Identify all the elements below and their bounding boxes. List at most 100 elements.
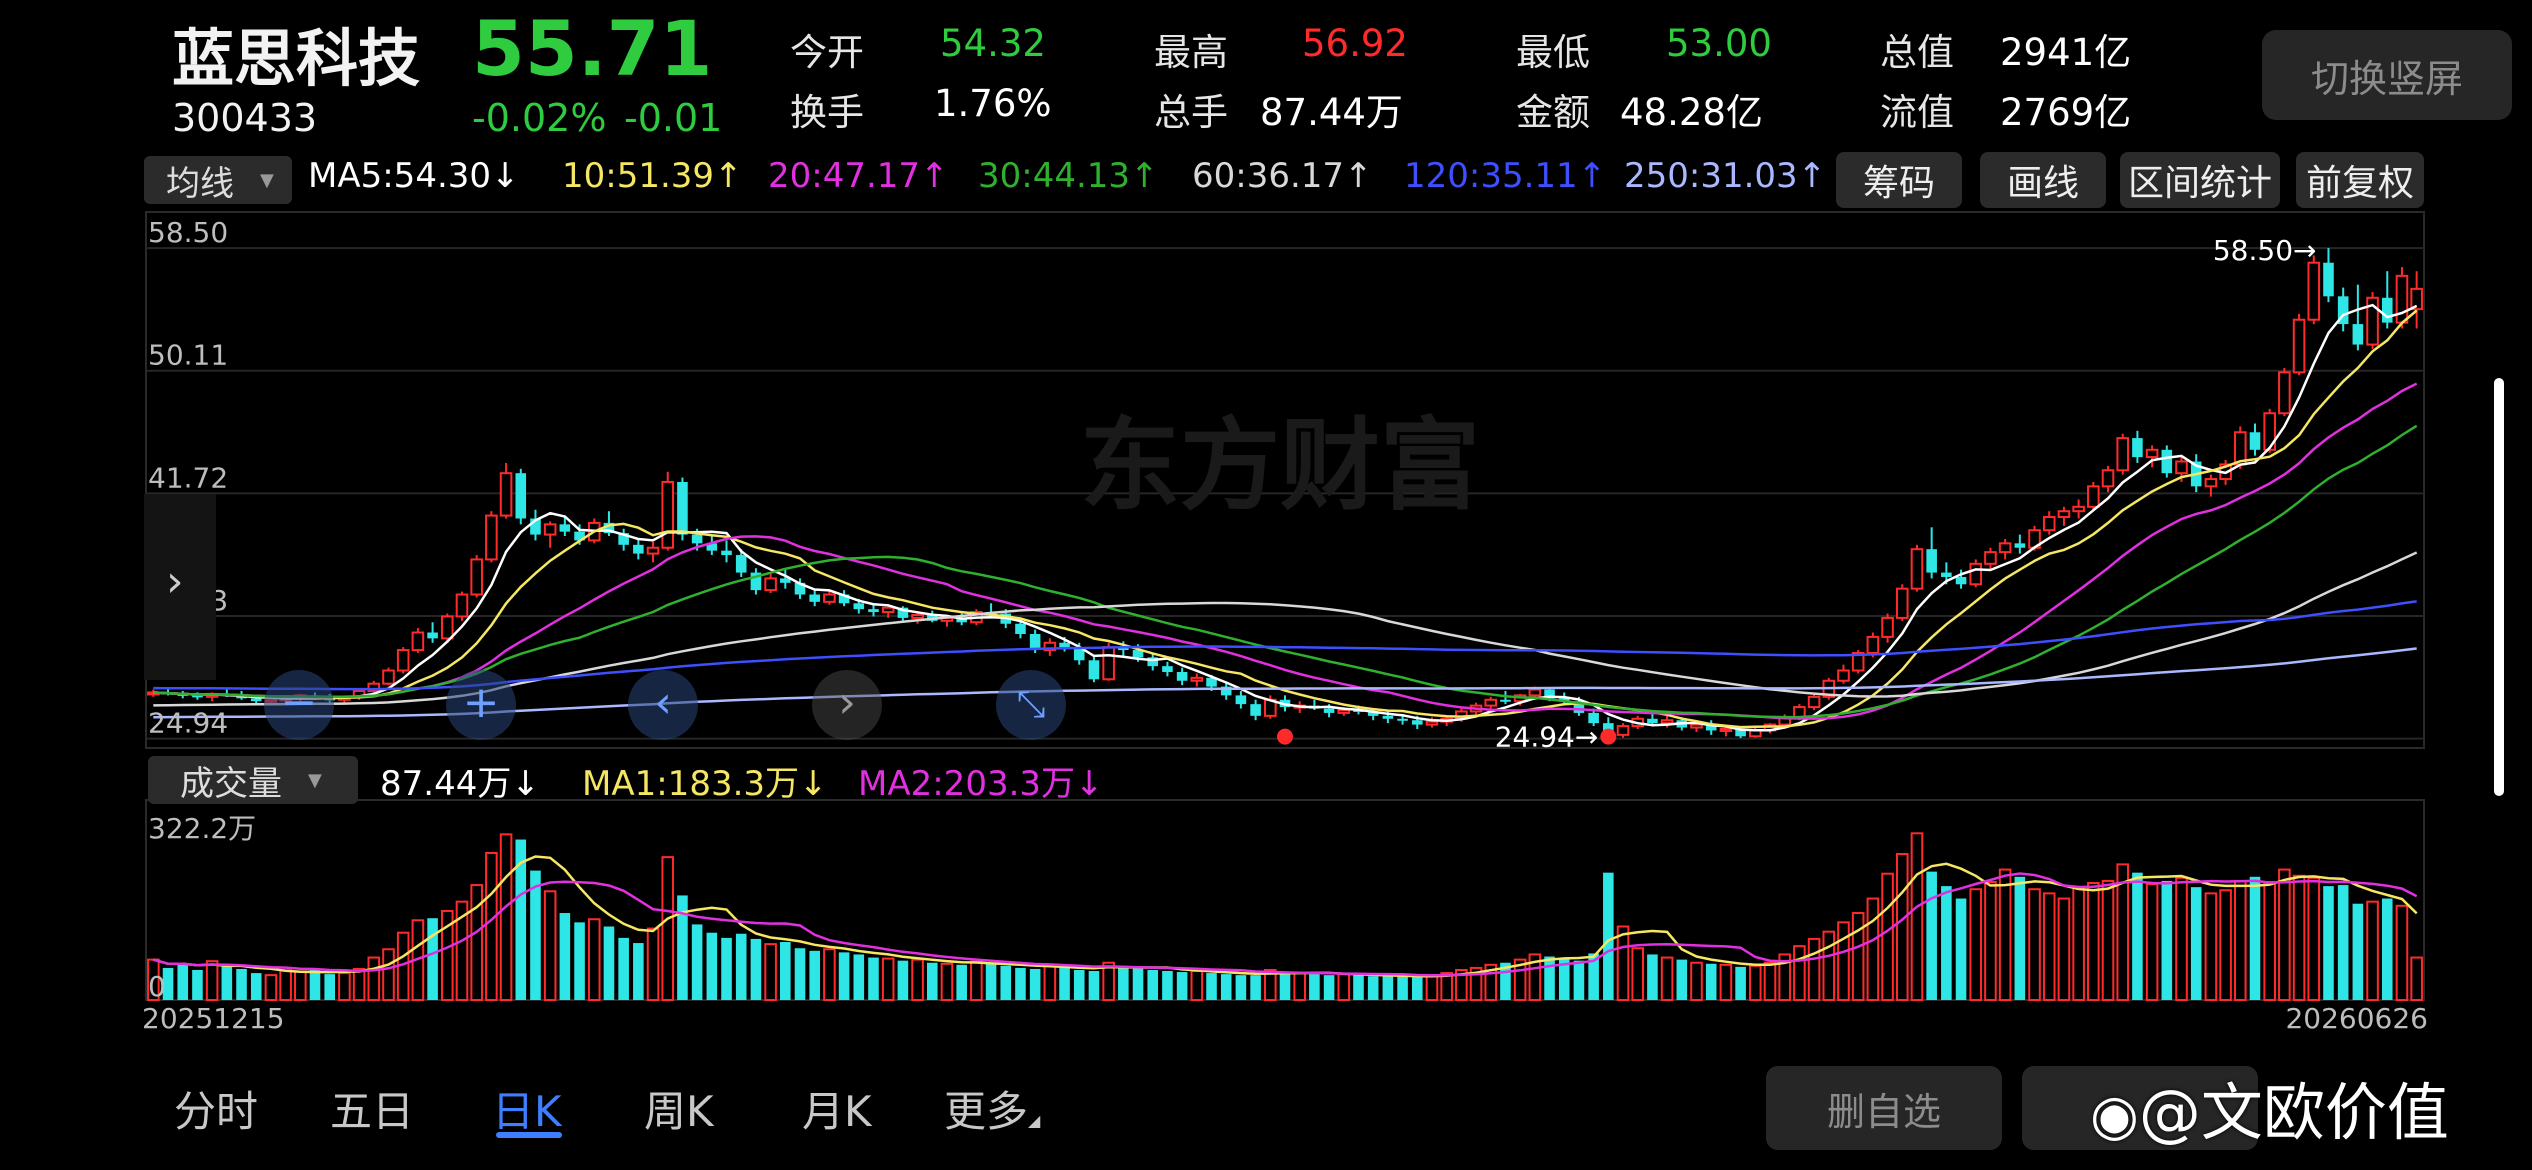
candle-body [1895, 587, 1909, 619]
candle-body [691, 534, 703, 544]
volume-bar [1411, 977, 1423, 1000]
tab-more[interactable]: 更多◢ [944, 1078, 1040, 1139]
tab-intraday[interactable]: 分时 [174, 1078, 258, 1139]
volume-bar [633, 943, 644, 1000]
volume-bar [764, 943, 777, 1001]
volume-bar [279, 969, 292, 1002]
candle-body [633, 544, 644, 554]
zoom-in-button[interactable]: + [446, 670, 516, 740]
volume-bar [1323, 975, 1335, 1000]
volume-bar [1984, 880, 1997, 1001]
candle-body [2145, 448, 2159, 459]
max-price-marker: 58.50→ [2213, 234, 2317, 267]
volume-bar [1719, 963, 1733, 1001]
candle-body [1059, 642, 1070, 648]
candle-body [1484, 698, 1498, 707]
volume-bar [1206, 973, 1217, 1000]
event-dot [1600, 728, 1617, 745]
tab-monthly-k[interactable]: 月K [802, 1078, 872, 1139]
candle-body [1998, 542, 2012, 554]
candle-body [411, 631, 425, 652]
candle-body [1955, 576, 1967, 585]
volume-bar [427, 918, 438, 1000]
volume-bar [1676, 959, 1688, 1000]
volume-bar [2337, 885, 2349, 1000]
scroll-right-button[interactable]: › [812, 670, 882, 740]
zoom-out-button[interactable]: − [264, 670, 334, 740]
candle-body [2175, 460, 2188, 475]
reset-zoom-button[interactable]: ⤡ [996, 670, 1066, 740]
volume-bar [1793, 945, 1806, 1002]
candle-body [440, 615, 454, 640]
volume-bar [1735, 966, 1746, 1000]
candle-body [764, 577, 777, 592]
candle-body [1337, 708, 1351, 714]
weibo-handle: @文欧价值 [2138, 1076, 2449, 1149]
volume-bar [1029, 968, 1041, 1000]
remove-watchlist-button[interactable]: 删自选 [1766, 1066, 2002, 1150]
tab-five-day[interactable]: 五日 [330, 1078, 414, 1139]
volume-bar [1015, 967, 1026, 1000]
volume-bar [1822, 930, 1836, 1002]
volume-bar [2072, 886, 2085, 1002]
volume-bar [250, 973, 262, 1000]
volume-bar [2190, 887, 2202, 1000]
volume-bar [559, 913, 571, 1000]
volume-bar [1616, 925, 1630, 1002]
volume-bar [1573, 960, 1585, 1000]
volume-bar [574, 922, 585, 1000]
volume-bar [2352, 903, 2364, 1000]
candle-body [1425, 720, 1439, 726]
tab-daily-k[interactable]: 日K [492, 1078, 562, 1139]
x-tick-start: 20251215 [142, 1002, 285, 1035]
volume-bar [1881, 872, 1894, 1001]
tab-weekly-k[interactable]: 周K [644, 1078, 714, 1139]
volume-bar [2263, 880, 2276, 1001]
scrollbar[interactable] [2494, 378, 2504, 796]
volume-bar [1235, 975, 1247, 1000]
sidebar-expand-handle[interactable]: › [144, 494, 216, 680]
candle-body [2249, 432, 2261, 450]
candle-body [455, 593, 469, 618]
candle-body [1382, 715, 1394, 719]
volume-bar [1807, 937, 1821, 1002]
indicator-dropdown[interactable]: 成交量 ▼ [148, 756, 358, 804]
volume-bar [1059, 966, 1070, 1000]
volume-bar [2204, 892, 2218, 1001]
candle-body [1235, 695, 1247, 705]
volume-bar [1926, 871, 1937, 1000]
candle-body [881, 606, 895, 614]
volume-bar [1941, 886, 1952, 1000]
volume-bar [382, 948, 395, 1001]
candle-body [1660, 719, 1674, 725]
volume-bar [750, 938, 762, 1000]
y-tick-label: 41.72 [148, 461, 228, 494]
volume-bar [1176, 972, 1188, 1000]
volume-bar [1309, 974, 1320, 1000]
volume-bar [1763, 961, 1777, 1002]
candle-body [1910, 548, 1924, 590]
volume-bar [2087, 882, 2100, 1002]
candle-body [1411, 720, 1423, 725]
scroll-left-button[interactable]: ‹ [628, 670, 698, 740]
candle-body [1250, 704, 1261, 716]
candle-body [1807, 695, 1821, 709]
volume-bar [1250, 975, 1261, 1000]
candle-body [1719, 727, 1733, 732]
x-tick-end: 20260626 [2285, 1002, 2428, 1035]
volume-bar [485, 851, 498, 1001]
volume-bar [324, 974, 336, 1000]
volume-bar [1425, 974, 1439, 1002]
vol-ma1-legend: MA1:183.3万↓ [582, 764, 828, 804]
candle-body [2057, 510, 2071, 519]
volume-bar [603, 926, 615, 1000]
candle-body [1015, 623, 1026, 634]
volume-bar [1866, 897, 1880, 1002]
volume-bar [1220, 974, 1232, 1000]
y-tick-label: 50.11 [148, 339, 228, 372]
volume-bar [2278, 868, 2291, 1001]
candle-body [1162, 666, 1173, 672]
candle-body [2381, 297, 2393, 323]
weibo-logo-icon: ◉ [2090, 1083, 2139, 1148]
candle-body [1969, 562, 1983, 586]
